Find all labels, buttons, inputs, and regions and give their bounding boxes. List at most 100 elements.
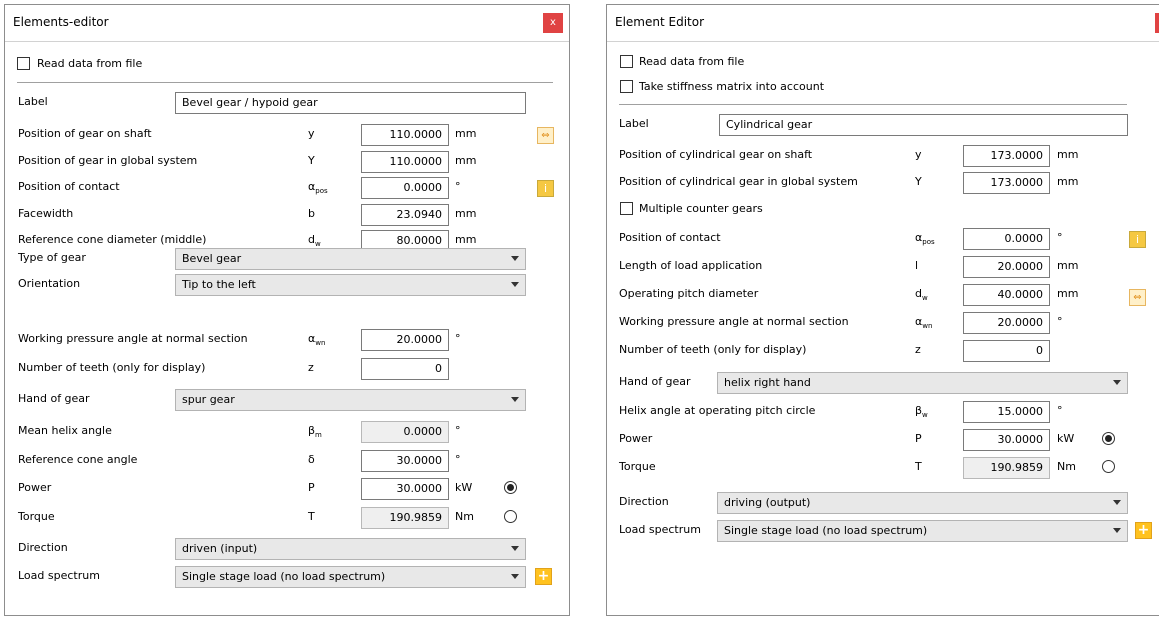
param-value-input: 0.0000 <box>361 421 449 443</box>
add-load-spectrum-button[interactable]: + <box>1135 522 1152 539</box>
chevron-down-icon <box>1113 528 1121 533</box>
window-title: Element Editor <box>615 15 705 29</box>
read-data-label: Read data from file <box>639 55 745 68</box>
separator <box>619 104 1127 105</box>
param-value-input[interactable]: 173.0000 <box>963 172 1050 194</box>
hand-of-gear-select[interactable]: helix right hand <box>717 372 1128 394</box>
param-unit: ° <box>1057 231 1063 244</box>
param-label: Reference cone angle <box>18 452 138 466</box>
stiffness-checkbox[interactable] <box>620 80 633 93</box>
symbol-char: d <box>308 233 315 246</box>
close-button[interactable]: x <box>1155 13 1159 33</box>
load-spectrum-label: Load spectrum <box>18 569 100 582</box>
param-symbol: dw <box>915 287 928 302</box>
info-icon[interactable]: i <box>1129 231 1146 248</box>
orientation-value: Tip to the left <box>182 278 256 291</box>
stiffness-row: Take stiffness matrix into account <box>607 75 1159 101</box>
type-of-gear-select[interactable]: Bevel gear <box>175 248 526 270</box>
direction-label: Direction <box>619 495 669 508</box>
chevron-down-icon <box>511 574 519 579</box>
param-row: Position of cylindrical gear in global s… <box>607 170 1159 196</box>
multiple-counter-checkbox[interactable] <box>620 202 633 215</box>
param-value-input[interactable]: 20.0000 <box>963 312 1050 334</box>
param-label: Position of contact <box>18 180 120 193</box>
read-data-row: Read data from file <box>607 50 1159 76</box>
window-title: Elements-editor <box>13 15 109 29</box>
param-symbol: z <box>308 361 314 376</box>
param-label: Torque <box>619 460 656 473</box>
param-unit: mm <box>1057 287 1079 300</box>
load-spectrum-select[interactable]: Single stage load (no load spectrum) <box>175 566 526 588</box>
symbol-sub: pos <box>315 187 328 196</box>
param-unit: ° <box>1057 315 1063 328</box>
load-spectrum-label: Load spectrum <box>619 523 701 536</box>
param-value-input[interactable]: 20.0000 <box>963 256 1050 278</box>
read-data-checkbox[interactable] <box>620 55 633 68</box>
param-value-input[interactable]: 30.0000 <box>963 429 1050 451</box>
param-value-input[interactable]: 23.0940 <box>361 203 449 226</box>
orientation-select[interactable]: Tip to the left <box>175 274 526 296</box>
param-symbol: αpos <box>915 231 935 246</box>
param-value-input[interactable]: 110.0000 <box>361 150 449 173</box>
load-spectrum-select[interactable]: Single stage load (no load spectrum) <box>717 520 1128 542</box>
direction-select[interactable]: driven (input) <box>175 538 526 560</box>
read-data-row: Read data from file <box>5 52 569 78</box>
direction-row: Direction driven (input) <box>5 536 569 562</box>
label-caption: Label <box>619 117 649 130</box>
label-input[interactable]: Cylindrical gear <box>719 114 1128 136</box>
param-value-input[interactable]: 30.0000 <box>361 449 449 472</box>
hand-of-gear-row: Hand of gear helix right hand <box>607 370 1159 396</box>
param-value-input[interactable]: 110.0000 <box>361 124 449 146</box>
param-label: Position of gear in global system <box>18 153 198 167</box>
param-value-input[interactable]: 20.0000 <box>361 329 449 351</box>
symbol-char: P <box>915 432 922 445</box>
param-row: Number of teeth (only for display) z 0 <box>5 356 569 382</box>
orientation-row: Orientation Tip to the left <box>5 272 569 298</box>
param-value-input[interactable]: 0 <box>963 340 1050 362</box>
read-data-checkbox[interactable] <box>17 57 30 70</box>
symbol-char: Y <box>915 175 922 188</box>
param-unit: mm <box>455 127 477 140</box>
elements-editor-window: Elements-editor x Read data from file La… <box>4 4 570 616</box>
direction-select[interactable]: driving (output) <box>717 492 1128 514</box>
param-unit: kW <box>1057 432 1075 445</box>
param-value-input[interactable]: 15.0000 <box>963 401 1050 423</box>
param-unit: ° <box>455 452 461 466</box>
symbol-char: P <box>308 481 315 494</box>
param-symbol: αwn <box>308 332 325 347</box>
param-value-input[interactable]: 0.0000 <box>361 177 449 199</box>
param-value-input[interactable]: 0 <box>361 357 449 380</box>
symbol-char: z <box>308 360 314 374</box>
label-input[interactable]: Bevel gear / hypoid gear <box>175 92 526 114</box>
param-symbol: P <box>915 432 922 447</box>
param-row: Mean helix angle βm 0.0000 ° <box>5 419 569 445</box>
param-row: Position of cylindrical gear on shaft y 17… <box>607 143 1159 169</box>
info-icon[interactable]: i <box>537 180 554 197</box>
symbol-char: d <box>915 287 922 300</box>
swap-icon[interactable]: ⇔ <box>1129 289 1146 306</box>
close-button[interactable]: x <box>543 13 563 33</box>
element-editor-window: Element Editor x Read data from file Tak… <box>606 4 1159 616</box>
hand-of-gear-row: Hand of gear spur gear <box>5 387 569 413</box>
symbol-sub: m <box>315 431 322 440</box>
swap-icon[interactable]: ⇔ <box>537 127 554 144</box>
multiple-counter-label: Multiple counter gears <box>639 202 763 215</box>
hand-of-gear-select[interactable]: spur gear <box>175 389 526 411</box>
param-label: Number of teeth (only for display) <box>18 360 206 374</box>
orientation-label: Orientation <box>18 277 81 290</box>
param-value-input[interactable]: 0.0000 <box>963 228 1050 250</box>
param-value-input[interactable]: 30.0000 <box>361 478 449 500</box>
power-radio[interactable] <box>1102 432 1115 445</box>
add-load-spectrum-button[interactable]: + <box>535 568 552 585</box>
param-value-input[interactable]: 40.0000 <box>963 284 1050 306</box>
type-of-gear-row: Type of gear Bevel gear <box>5 246 569 272</box>
param-label: Mean helix angle <box>18 424 112 437</box>
torque-radio[interactable] <box>504 509 517 523</box>
symbol-char: y <box>308 127 315 140</box>
param-row: Reference cone angle δ 30.0000 ° <box>5 448 569 474</box>
symbol-char: δ <box>308 452 315 466</box>
param-value-input[interactable]: 173.0000 <box>963 145 1050 167</box>
power-radio[interactable] <box>504 481 517 494</box>
torque-radio[interactable] <box>1102 460 1115 473</box>
hand-of-gear-label: Hand of gear <box>18 392 90 405</box>
